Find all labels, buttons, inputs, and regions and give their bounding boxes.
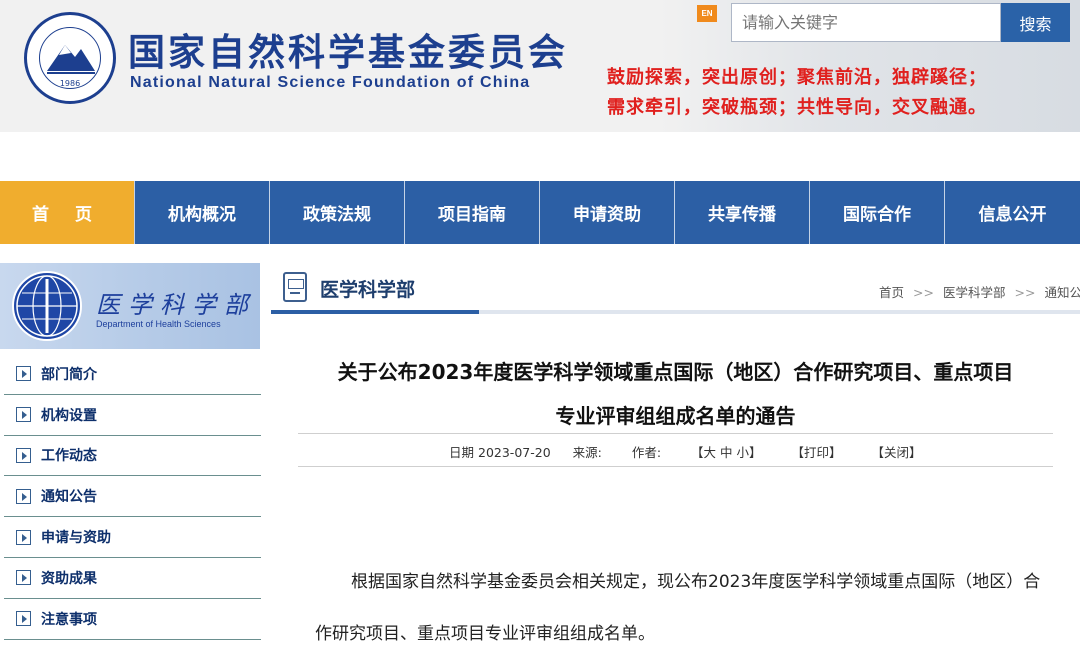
nav-apply[interactable]: 申请资助 [540, 181, 675, 244]
meta-divider-top [298, 433, 1053, 434]
sidebar-item-label: 申请与资助 [41, 530, 111, 547]
close-button[interactable]: 【关闭】 [871, 445, 921, 460]
breadcrumb-department[interactable]: 医学科学部 [943, 285, 1006, 300]
source-label: 来源: [572, 445, 602, 460]
search-button[interactable]: 搜索 [1001, 3, 1070, 42]
sidebar-item-label: 资助成果 [41, 570, 97, 587]
search-input[interactable] [731, 3, 1001, 42]
breadcrumb-separator: >> [913, 285, 934, 300]
arrow-right-icon [16, 611, 31, 627]
sidebar-item-label: 注意事项 [41, 611, 97, 628]
department-banner: 医学科学部 Department of Health Sciences [0, 263, 260, 349]
nav-about[interactable]: 机构概况 [135, 181, 270, 244]
org-name-en[interactable]: National Natural Science Foundation of C… [130, 74, 530, 92]
article-body: 根据国家自然科学基金委员会相关规定，现公布2023年度医学科学领域重点国际（地区… [315, 556, 1050, 660]
article-title-line-1: 关于公布2023年度医学科学领域重点国际（地区）合作研究项目、重点项目 [337, 360, 1014, 384]
breadcrumb: 首页 >> 医学科学部 >> 通知公告 [879, 282, 1080, 301]
arrow-right-icon [16, 407, 31, 423]
banner-title-en: Department of Health Sciences [96, 319, 221, 329]
sidebar-item-notices[interactable]: 通知公告 [4, 476, 261, 518]
article-meta: 日期 2023-07-20 来源: 作者: 【大 中 小】 【打印】 【关闭】 [449, 442, 922, 461]
arrow-right-icon [16, 570, 31, 586]
breadcrumb-separator: >> [1014, 285, 1036, 300]
nsfc-logo[interactable]: 1986 [24, 12, 116, 104]
sidebar-item-results[interactable]: 资助成果 [4, 558, 261, 599]
article-paragraph: 根据国家自然科学基金委员会相关规定，现公布2023年度医学科学领域重点国际（地区… [315, 572, 1041, 644]
nav-home[interactable]: 首 页 [0, 181, 135, 244]
arrow-right-icon [16, 529, 31, 545]
date-label: 日期 [449, 445, 475, 460]
arrow-right-icon [16, 366, 31, 382]
article-title-line-2: 专业评审组组成名单的通告 [555, 404, 796, 428]
banner-title-cn: 医学科学部 [96, 291, 256, 319]
mountain-logo-icon [47, 45, 95, 74]
document-icon [283, 272, 307, 302]
section-title: 医学科学部 [320, 279, 416, 301]
logo-year: 1986 [59, 79, 81, 88]
author-label: 作者: [631, 445, 662, 460]
slogan-line-1: 鼓励探索，突出原创；聚焦前沿，独辟蹊径； [607, 67, 987, 88]
publish-date: 2023-07-20 [478, 445, 551, 460]
nav-share[interactable]: 共享传播 [675, 181, 810, 244]
section-divider-accent [271, 310, 479, 314]
breadcrumb-current[interactable]: 通知公告 [1044, 285, 1080, 300]
main-nav: 首 页 机构概况 政策法规 项目指南 申请资助 共享传播 国际合作 信息公开 [0, 181, 1080, 244]
globe-icon [12, 271, 82, 341]
meta-divider-bottom [298, 466, 1053, 467]
sidebar-item-label: 通知公告 [41, 489, 97, 506]
sidebar-item-notes[interactable]: 注意事项 [4, 599, 261, 640]
org-name-cn[interactable]: 国家自然科学基金委员会 [128, 22, 568, 76]
nav-international[interactable]: 国际合作 [810, 181, 945, 244]
slogan-line-2: 需求牵引，突破瓶颈；共性导向，交叉融通。 [607, 97, 987, 118]
sidebar-item-label: 机构设置 [41, 407, 97, 424]
sidebar-item-news[interactable]: 工作动态 [4, 436, 261, 477]
nav-policy[interactable]: 政策法规 [270, 181, 405, 244]
english-version-link[interactable]: EN [697, 5, 717, 22]
font-size-control[interactable]: 【大 中 小】 [691, 445, 761, 460]
sidebar-item-funding[interactable]: 申请与资助 [4, 517, 261, 558]
sidebar-menu: 部门简介 机构设置 工作动态 通知公告 申请与资助 资助成果 注意事项 [4, 354, 261, 640]
nav-guide[interactable]: 项目指南 [405, 181, 540, 244]
breadcrumb-home[interactable]: 首页 [879, 285, 904, 300]
sidebar-item-structure[interactable]: 机构设置 [4, 395, 261, 436]
nav-disclosure[interactable]: 信息公开 [945, 181, 1080, 244]
sidebar-item-label: 部门简介 [41, 366, 97, 383]
sidebar-item-intro[interactable]: 部门简介 [4, 354, 261, 395]
arrow-right-icon [16, 488, 31, 504]
print-button[interactable]: 【打印】 [791, 445, 841, 460]
site-header: 1986 国家自然科学基金委员会 National Natural Scienc… [0, 0, 1080, 132]
sidebar-item-label: 工作动态 [41, 448, 97, 465]
arrow-right-icon [16, 447, 31, 463]
